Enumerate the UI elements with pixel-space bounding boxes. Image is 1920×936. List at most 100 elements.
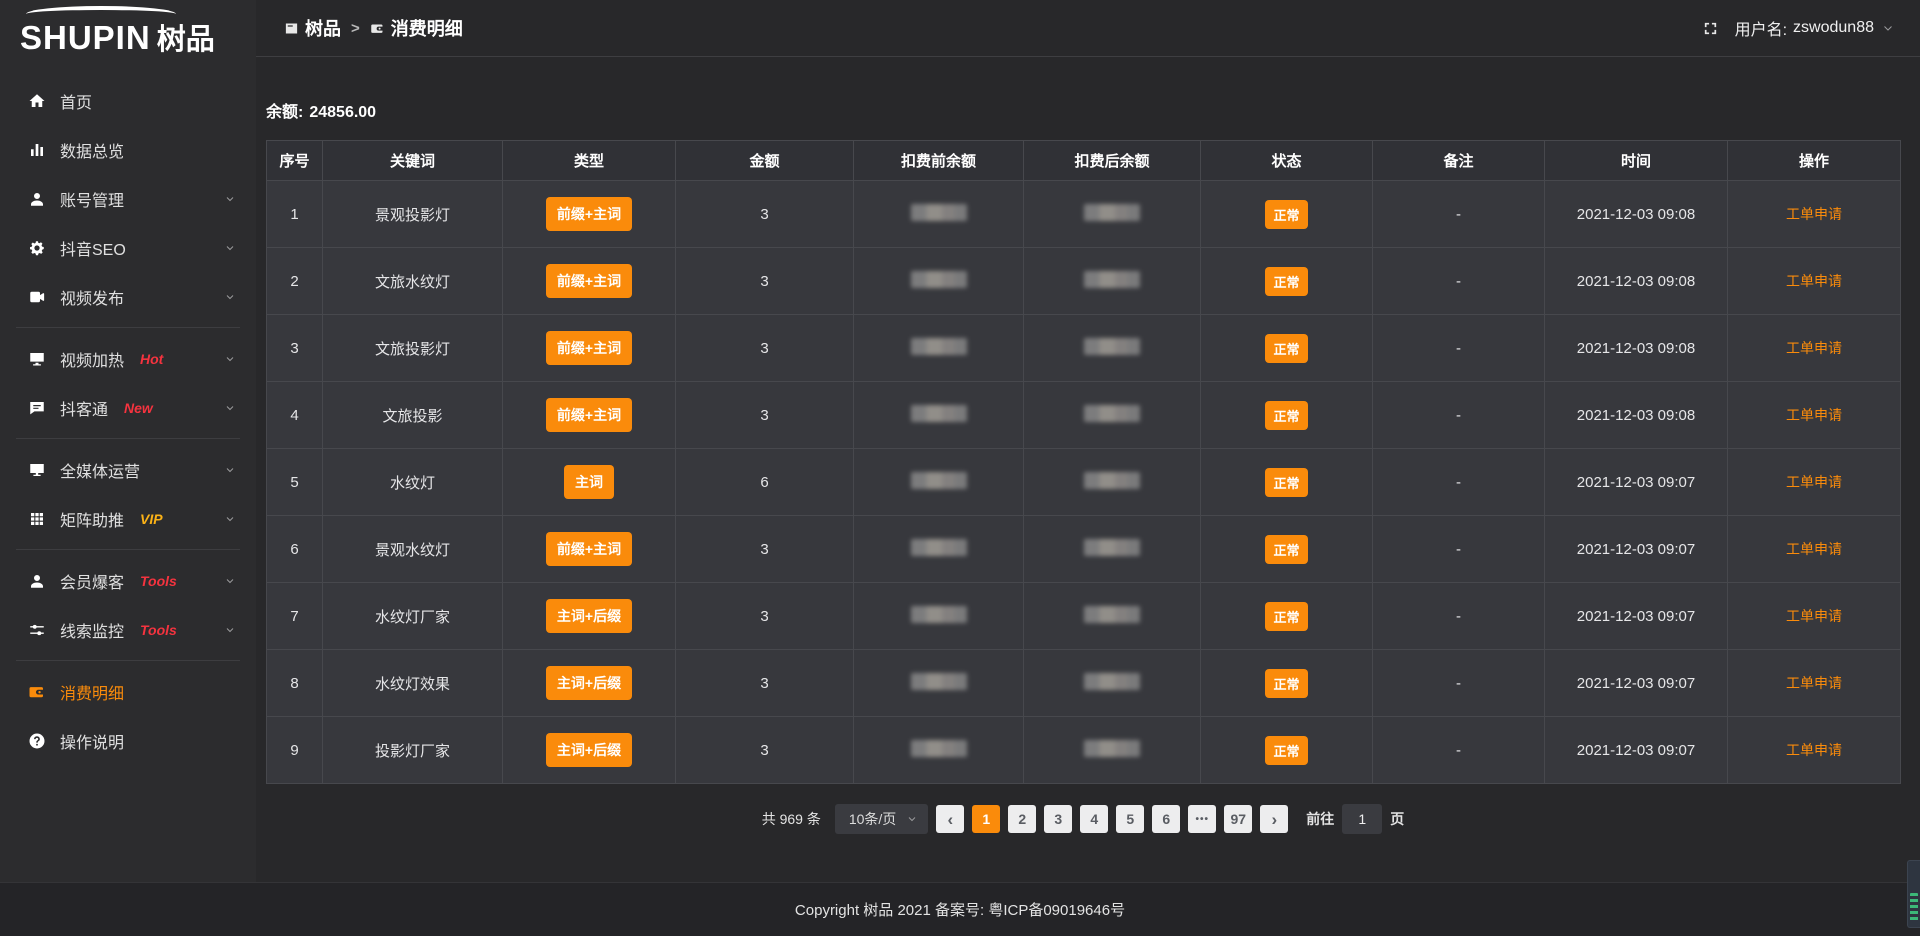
page-button-5[interactable]: 5 — [1116, 805, 1144, 833]
cell-pre_balance — [854, 650, 1024, 717]
cell-amount: 3 — [676, 181, 854, 248]
sidebar-item-video-publish[interactable]: 视频发布 — [0, 272, 256, 321]
goto-page-input[interactable] — [1342, 804, 1382, 834]
next-page-button[interactable]: › — [1260, 805, 1288, 833]
chevron-down-icon — [224, 353, 236, 365]
page-button-97[interactable]: 97 — [1224, 805, 1252, 833]
more-pages-button[interactable]: ••• — [1188, 805, 1216, 833]
sidebar-item-label: 数据总览 — [60, 138, 124, 162]
sidebar-item-douyin-seo[interactable]: 抖音SEO — [0, 223, 256, 272]
work-order-link[interactable]: 工单申请 — [1786, 340, 1842, 356]
work-order-link[interactable]: 工单申请 — [1786, 407, 1842, 423]
column-header-index: 序号 — [267, 141, 323, 181]
cell-keyword: 水纹灯效果 — [323, 650, 503, 717]
sidebar-item-douketong[interactable]: 抖客通New — [0, 383, 256, 432]
work-order-link[interactable]: 工单申请 — [1786, 742, 1842, 758]
sidebar-item-label: 账号管理 — [60, 187, 124, 211]
page-button-6[interactable]: 6 — [1152, 805, 1180, 833]
prev-page-button[interactable]: ‹ — [936, 805, 964, 833]
cell-type: 主词 — [503, 449, 676, 516]
sidebar-item-member-booster[interactable]: 会员爆客Tools — [0, 556, 256, 605]
status-badge: 正常 — [1265, 200, 1307, 229]
cell-note: - — [1373, 583, 1545, 650]
cell-keyword: 投影灯厂家 — [323, 717, 503, 784]
redacted-balance — [1084, 271, 1140, 288]
sidebar-item-operation-guide[interactable]: 操作说明 — [0, 716, 256, 765]
cell-amount: 3 — [676, 583, 854, 650]
consumption-table-wrap: 序号关键词类型金额扣费前余额扣费后余额状态备注时间操作 1景观投影灯前缀+主词3… — [266, 140, 1900, 784]
cell-post_balance — [1024, 315, 1201, 382]
page-button-4[interactable]: 4 — [1080, 805, 1108, 833]
top-bar: 树品>消费明细 用户名: zswodun88 — [256, 0, 1920, 57]
work-order-link[interactable]: 工单申请 — [1786, 206, 1842, 222]
user-menu[interactable]: 用户名: zswodun88 — [1735, 16, 1894, 40]
cell-amount: 3 — [676, 516, 854, 583]
grid-icon — [27, 509, 47, 529]
sidebar-item-label: 视频加热 — [60, 347, 124, 371]
cell-action: 工单申请 — [1728, 650, 1901, 717]
sidebar-item-label: 视频发布 — [60, 285, 124, 309]
sidebar-item-media-operation[interactable]: 全媒体运营 — [0, 445, 256, 494]
redacted-balance — [1084, 472, 1140, 489]
cell-index: 9 — [267, 717, 323, 784]
sidebar-menu: 首页数据总览账号管理抖音SEO 视频发布视频加热Hot抖客通New 全媒体运营矩阵助… — [0, 60, 256, 765]
type-badge: 主词+后缀 — [546, 666, 632, 700]
page-size-select[interactable]: 10条/页 — [835, 804, 928, 834]
breadcrumb-item-consumption-detail[interactable]: 消费明细 — [370, 15, 463, 41]
sidebar-item-clue-monitor[interactable]: 线索监控Tools — [0, 605, 256, 654]
type-badge: 前缀+主词 — [546, 398, 632, 432]
balance-label: 余额: — [266, 104, 303, 121]
cell-status: 正常 — [1201, 583, 1373, 650]
cell-index: 1 — [267, 181, 323, 248]
sidebar-item-tag: New — [124, 400, 153, 416]
work-order-link[interactable]: 工单申请 — [1786, 675, 1842, 691]
cell-amount: 6 — [676, 449, 854, 516]
redacted-balance — [911, 405, 967, 422]
work-order-link[interactable]: 工单申请 — [1786, 273, 1842, 289]
column-header-post_balance: 扣费后余额 — [1024, 141, 1201, 181]
page-button-2[interactable]: 2 — [1008, 805, 1036, 833]
work-order-link[interactable]: 工单申请 — [1786, 474, 1842, 490]
table-row: 6景观水纹灯前缀+主词3正常-2021-12-03 09:07工单申请 — [267, 516, 1901, 583]
sidebar-divider — [16, 438, 240, 439]
balance-value: 24856.00 — [309, 104, 376, 121]
sidebar-divider — [16, 549, 240, 550]
cell-pre_balance — [854, 315, 1024, 382]
cell-note: - — [1373, 315, 1545, 382]
cell-note: - — [1373, 449, 1545, 516]
cell-time: 2021-12-03 09:07 — [1545, 516, 1728, 583]
sidebar-item-account-management[interactable]: 账号管理 — [0, 174, 256, 223]
work-order-link[interactable]: 工单申请 — [1786, 608, 1842, 624]
cell-post_balance — [1024, 583, 1201, 650]
sidebar-item-consumption-detail[interactable]: 消费明细 — [0, 667, 256, 716]
screen-icon — [284, 21, 299, 36]
logo-text-cn: 树品 — [157, 24, 215, 56]
sidebar-item-matrix-boost[interactable]: 矩阵助推VIP — [0, 494, 256, 543]
chat-widget-stripes-icon — [1910, 893, 1918, 923]
sidebar-item-data-overview[interactable]: 数据总览 — [0, 125, 256, 174]
cell-index: 6 — [267, 516, 323, 583]
chevron-down-icon — [224, 624, 236, 636]
redacted-balance — [911, 606, 967, 623]
column-header-note: 备注 — [1373, 141, 1545, 181]
breadcrumb-label: 消费明细 — [391, 15, 463, 41]
monitor-icon — [27, 349, 47, 369]
table-header-row: 序号关键词类型金额扣费前余额扣费后余额状态备注时间操作 — [267, 141, 1901, 181]
breadcrumb-item-shupin[interactable]: 树品 — [284, 15, 341, 41]
cell-status: 正常 — [1201, 516, 1373, 583]
status-badge: 正常 — [1265, 334, 1307, 363]
cell-type: 前缀+主词 — [503, 382, 676, 449]
work-order-link[interactable]: 工单申请 — [1786, 541, 1842, 557]
page-button-3[interactable]: 3 — [1044, 805, 1072, 833]
chevron-down-icon — [224, 291, 236, 303]
column-header-type: 类型 — [503, 141, 676, 181]
cell-action: 工单申请 — [1728, 516, 1901, 583]
sidebar-item-video-heating[interactable]: 视频加热Hot — [0, 334, 256, 383]
video-icon — [27, 287, 47, 307]
sidebar-item-home[interactable]: 首页 — [0, 76, 256, 125]
page-button-1[interactable]: 1 — [972, 805, 1000, 833]
chat-widget-tab[interactable] — [1907, 860, 1920, 928]
cell-time: 2021-12-03 09:07 — [1545, 583, 1728, 650]
fullscreen-icon[interactable] — [1702, 20, 1719, 37]
cell-status: 正常 — [1201, 717, 1373, 784]
